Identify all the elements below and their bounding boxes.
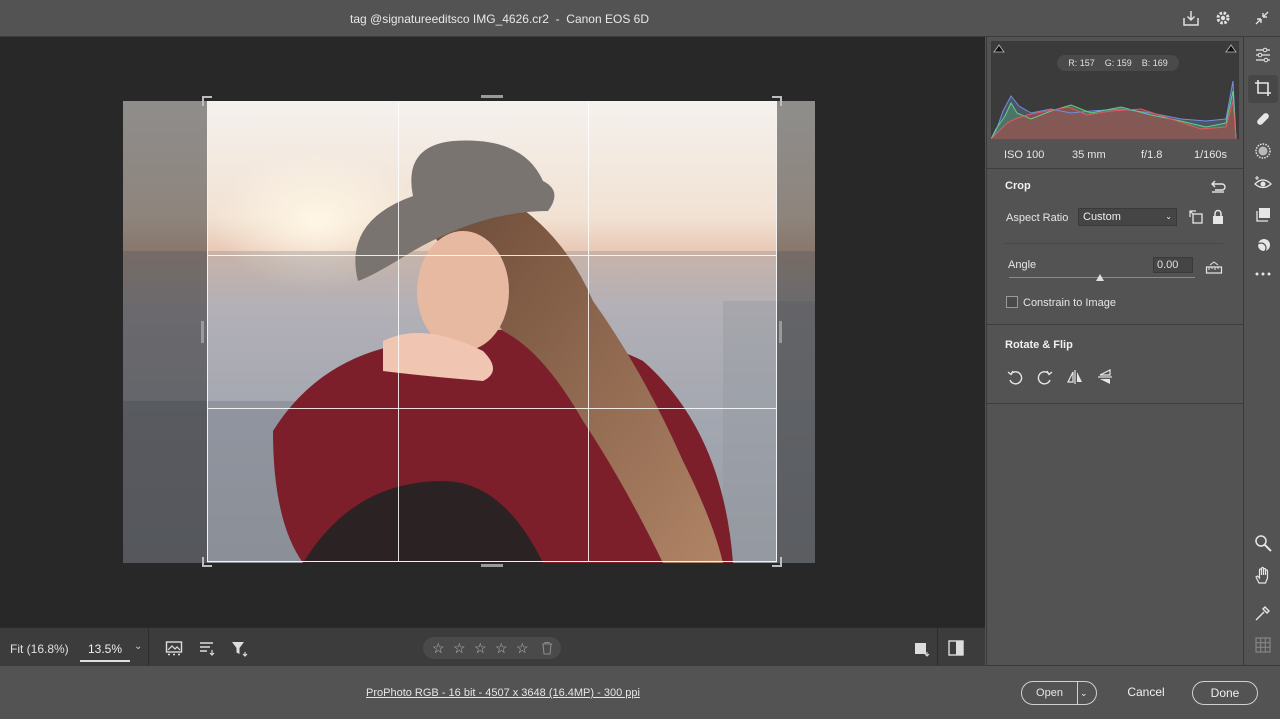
exif-aperture: f/1.8	[1141, 149, 1163, 161]
crop-icon[interactable]	[1254, 79, 1272, 97]
lock-icon[interactable]	[1209, 208, 1227, 226]
filter-icon[interactable]	[230, 639, 248, 657]
rotate-right-icon[interactable]	[1036, 368, 1054, 386]
settings-icon[interactable]	[1214, 9, 1232, 27]
color-sampler-icon[interactable]	[1254, 604, 1272, 622]
chevron-down-icon[interactable]: ⌄	[1080, 682, 1088, 704]
star-rating[interactable]: ☆ ☆ ☆ ☆ ☆	[423, 637, 561, 659]
open-button-label: Open	[1036, 687, 1063, 699]
aspect-ratio-value: Custom	[1083, 211, 1121, 223]
rotate-left-icon[interactable]	[1006, 368, 1024, 386]
star-icon[interactable]: ☆	[516, 640, 529, 657]
flip-horizontal-icon[interactable]	[1066, 368, 1084, 386]
crop-handle-top-right[interactable]	[772, 96, 782, 106]
window-title: tag @signatureeditsco IMG_4626.cr2 - Can…	[350, 12, 649, 26]
single-view-icon[interactable]	[912, 639, 930, 657]
star-icon[interactable]: ☆	[432, 640, 445, 657]
done-button[interactable]: Done	[1192, 681, 1258, 705]
rotate-flip-title[interactable]: Rotate & Flip	[1005, 339, 1073, 351]
star-icon[interactable]: ☆	[474, 640, 487, 657]
exif-focal-length: 35 mm	[1072, 149, 1106, 161]
healing-icon[interactable]	[1254, 110, 1272, 128]
crop-handle-right[interactable]	[779, 321, 782, 343]
swap-orientation-icon[interactable]	[1187, 208, 1205, 226]
image-canvas[interactable]	[0, 37, 985, 627]
star-icon[interactable]: ☆	[495, 640, 508, 657]
open-button[interactable]: Open ⌄	[1021, 681, 1097, 705]
title-bar: tag @signatureeditsco IMG_4626.cr2 - Can…	[0, 0, 1280, 37]
crop-handle-bottom[interactable]	[481, 564, 503, 567]
flip-vertical-icon[interactable]	[1096, 368, 1114, 386]
snapshots-icon[interactable]	[1254, 206, 1272, 224]
straighten-tool-icon[interactable]	[1205, 259, 1223, 277]
divider	[937, 628, 938, 666]
zoom-fit-button[interactable]: Fit (16.8%)	[10, 642, 69, 656]
chevron-down-icon: ⌄	[1165, 212, 1172, 221]
crop-handle-top-left[interactable]	[202, 96, 212, 106]
crop-grid-line	[398, 102, 399, 561]
trash-icon[interactable]	[540, 641, 554, 655]
crop-handle-bottom-right[interactable]	[772, 557, 782, 567]
crop-mask-right	[777, 101, 815, 563]
constrain-label: Constrain to Image	[1023, 297, 1116, 309]
divider	[148, 628, 149, 666]
sort-icon[interactable]	[198, 639, 216, 657]
presets-icon[interactable]	[1254, 237, 1272, 255]
rgb-readout: R: 157 G: 159 B: 169	[1057, 55, 1179, 71]
collapse-icon[interactable]	[1253, 9, 1271, 27]
workflow-options-link[interactable]: ProPhoto RGB - 16 bit - 4507 x 3648 (16.…	[366, 687, 640, 699]
crop-handle-bottom-left[interactable]	[202, 557, 212, 567]
edit-sliders-icon[interactable]	[1254, 46, 1272, 64]
red-eye-icon[interactable]	[1254, 174, 1272, 192]
chevron-down-icon[interactable]: ⌄	[134, 641, 142, 652]
aspect-ratio-label: Aspect Ratio	[1006, 212, 1069, 224]
divider	[1005, 243, 1223, 244]
crop-grid-line	[588, 102, 589, 561]
exif-iso: ISO 100	[1004, 149, 1045, 161]
shadow-clipping-icon[interactable]	[993, 43, 1005, 53]
exif-shutter: 1/160s	[1194, 149, 1228, 161]
divider	[987, 168, 1244, 169]
crop-mask-left	[123, 101, 207, 563]
divider	[987, 324, 1244, 325]
bottom-toolbar: Fit (16.8%) 13.5% ⌄ ☆ ☆ ☆ ☆ ☆	[0, 627, 985, 666]
histogram: R: 157 G: 159 B: 169	[991, 41, 1239, 139]
zoom-level-input[interactable]: 13.5%	[80, 642, 130, 662]
crop-section-title[interactable]: Crop	[1005, 180, 1031, 192]
save-icon[interactable]	[1182, 9, 1200, 27]
crop-handle-left[interactable]	[201, 321, 204, 343]
aspect-ratio-select[interactable]: Custom ⌄	[1078, 208, 1177, 226]
crop-handle-top[interactable]	[481, 95, 503, 98]
filmstrip-icon[interactable]	[165, 639, 183, 657]
zoom-icon[interactable]	[1254, 534, 1272, 552]
cancel-button[interactable]: Cancel	[1117, 681, 1175, 705]
compare-view-icon[interactable]	[947, 639, 965, 657]
angle-label: Angle	[1008, 259, 1037, 271]
constrain-checkbox[interactable]	[1006, 296, 1018, 308]
hand-icon[interactable]	[1254, 566, 1272, 584]
mask-icon[interactable]	[1254, 142, 1272, 160]
grid-icon[interactable]	[1254, 636, 1272, 654]
crop-grid-line	[208, 408, 776, 409]
edit-panel: R: 157 G: 159 B: 169 ISO 100 35 mm f/1.8…	[986, 37, 1244, 665]
crop-overlay[interactable]	[207, 101, 777, 562]
angle-slider-thumb[interactable]	[1096, 274, 1104, 281]
angle-input[interactable]: 0.00	[1153, 257, 1193, 273]
highlight-clipping-icon[interactable]	[1225, 43, 1237, 53]
status-bar: ProPhoto RGB - 16 bit - 4507 x 3648 (16.…	[0, 665, 1280, 719]
crop-grid-line	[208, 255, 776, 256]
star-icon[interactable]: ☆	[453, 640, 466, 657]
divider	[1077, 682, 1078, 704]
reset-icon[interactable]	[1209, 178, 1227, 196]
tool-strip	[1243, 37, 1280, 665]
more-icon[interactable]	[1254, 265, 1272, 283]
divider	[987, 403, 1244, 404]
